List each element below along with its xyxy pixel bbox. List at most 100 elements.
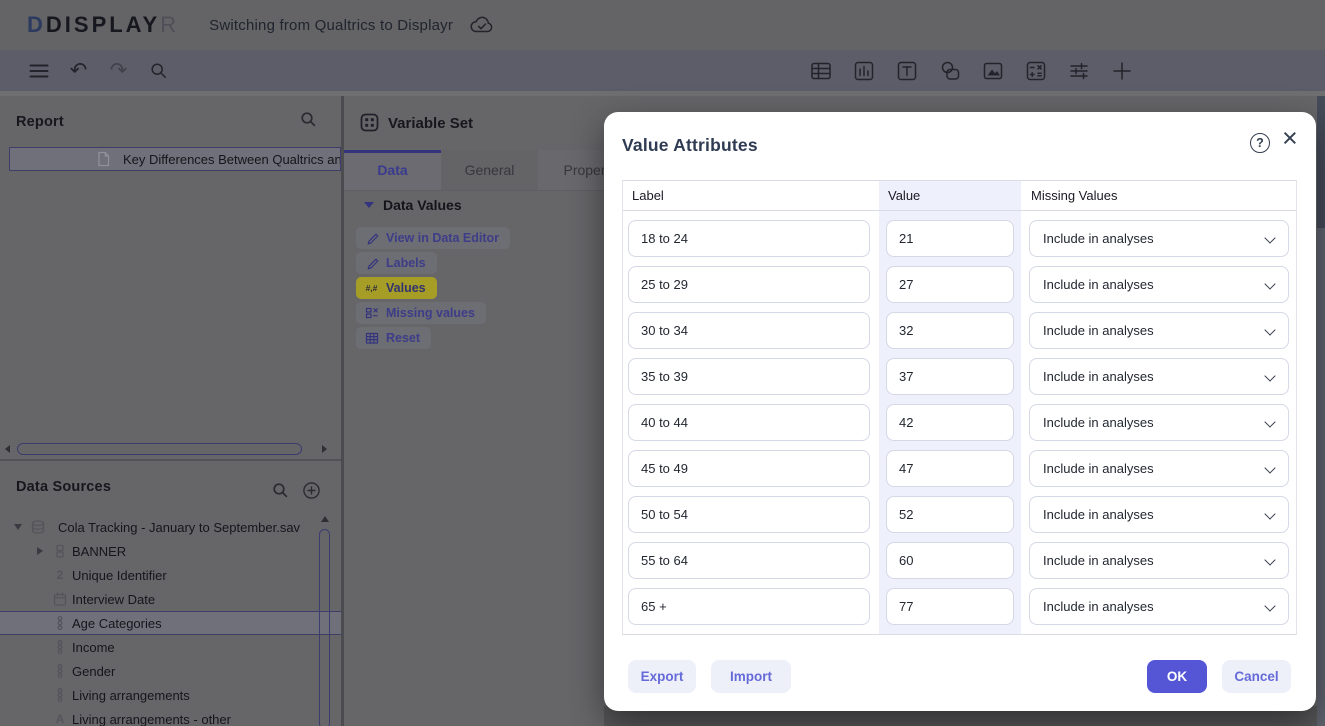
numeric-icon: 2 — [56, 568, 64, 582]
action-values[interactable]: #,# Values — [356, 277, 437, 299]
missing-values-select[interactable]: Include in analyses — [1029, 588, 1289, 625]
shapes-icon[interactable] — [937, 58, 962, 83]
missing-values-select[interactable]: Include in analyses — [1029, 220, 1289, 257]
tree-item-label: BANNER — [72, 543, 127, 559]
tree-item[interactable]: Cola Tracking - January to September.sav — [0, 515, 341, 539]
value-attribute-row: Include in analyses — [623, 584, 1296, 630]
text-icon[interactable] — [894, 58, 919, 83]
tab-general[interactable]: General — [441, 150, 538, 190]
value-attributes-modal: Value Attributes ? × Label Value Missing… — [604, 112, 1316, 711]
tree-item[interactable]: Interview Date — [0, 587, 341, 611]
tree-item[interactable]: Income — [0, 635, 341, 659]
hscroll-left-arrow[interactable] — [5, 445, 10, 453]
tree-item[interactable]: Gender — [0, 659, 341, 683]
pencil-icon — [363, 231, 380, 245]
hscroll-right-arrow[interactable] — [322, 445, 327, 453]
collapse-triangle-icon — [364, 202, 374, 208]
tree-item[interactable]: Age Categories — [0, 611, 341, 635]
table-header: Label Value Missing Values — [623, 180, 1296, 211]
label-input[interactable] — [628, 220, 870, 257]
value-input[interactable] — [886, 220, 1014, 257]
label-input[interactable] — [628, 266, 870, 303]
action-view-in-data-editor[interactable]: View in Data Editor — [356, 227, 510, 249]
tree-item[interactable]: Living arrangements — [0, 683, 341, 707]
chart-icon[interactable] — [851, 58, 876, 83]
value-input[interactable] — [886, 404, 1014, 441]
missing-values-select[interactable]: Include in analyses — [1029, 496, 1289, 533]
add-icon[interactable] — [1109, 58, 1134, 83]
cancel-button[interactable]: Cancel — [1222, 660, 1291, 693]
action-label: Labels — [386, 256, 426, 270]
help-icon[interactable]: ? — [1250, 133, 1270, 153]
reset-grid-icon — [363, 331, 380, 345]
undo-icon[interactable]: ↶ — [66, 58, 91, 83]
calendar-icon — [52, 591, 68, 607]
label-input[interactable] — [628, 358, 870, 395]
missing-values-selected-option: Include in analyses — [1043, 369, 1154, 384]
variable-set-icon — [360, 113, 379, 132]
filters-icon[interactable] — [1066, 58, 1091, 83]
missing-values-select[interactable]: Include in analyses — [1029, 450, 1289, 487]
expander-right-icon[interactable] — [36, 547, 44, 555]
data-sources-panel: Data Sources Cola Tracking - January to … — [0, 461, 341, 726]
value-input[interactable] — [886, 542, 1014, 579]
data-values-actions: View in Data Editor Labels #,# Values Missin… — [356, 227, 510, 352]
action-reset[interactable]: Reset — [356, 327, 432, 349]
tree-item-label: Cola Tracking - January to September.sav — [58, 519, 301, 535]
tree-item-label: Living arrangements - other — [72, 711, 231, 726]
search-icon[interactable] — [146, 58, 171, 83]
data-values-section[interactable]: Data Values — [364, 197, 462, 213]
value-attributes-table: Label Value Missing Values Include in an… — [622, 180, 1297, 635]
menu-icon[interactable] — [26, 58, 51, 83]
label-input[interactable] — [628, 312, 870, 349]
import-button[interactable]: Import — [711, 660, 791, 693]
tab-data[interactable]: Data — [344, 150, 441, 190]
value-input[interactable] — [886, 450, 1014, 487]
hscroll-thumb[interactable] — [17, 443, 302, 455]
missing-values-select[interactable]: Include in analyses — [1029, 266, 1289, 303]
ok-button[interactable]: OK — [1147, 660, 1207, 693]
close-icon[interactable]: × — [1282, 125, 1298, 152]
value-input[interactable] — [886, 312, 1014, 349]
action-missing-values[interactable]: Missing values — [356, 302, 486, 324]
value-input[interactable] — [886, 358, 1014, 395]
vscroll-up-arrow[interactable] — [321, 516, 329, 522]
database-icon — [30, 519, 46, 535]
modal-title: Value Attributes — [622, 135, 758, 155]
calculation-icon[interactable] — [1023, 58, 1048, 83]
value-input[interactable] — [886, 496, 1014, 533]
report-panel: Report Key Differences Between Qualtrics… — [0, 96, 341, 460]
label-input[interactable] — [628, 450, 870, 487]
variable-set-title: Variable Set — [388, 115, 474, 132]
label-input[interactable] — [628, 542, 870, 579]
expander-down-icon[interactable] — [14, 524, 22, 530]
image-icon[interactable] — [980, 58, 1005, 83]
missing-values-select[interactable]: Include in analyses — [1029, 358, 1289, 395]
missing-values-select[interactable]: Include in analyses — [1029, 312, 1289, 349]
vscroll-thumb[interactable] — [319, 529, 330, 726]
table-body: Include in analyses Include in analyses In… — [623, 211, 1296, 635]
label-input[interactable] — [628, 404, 870, 441]
add-data-source-icon[interactable] — [302, 481, 321, 500]
data-sources-search-icon[interactable] — [272, 482, 289, 499]
right-panel-edge-light — [1317, 228, 1325, 726]
tree-item[interactable]: A Living arrangements - other — [0, 707, 341, 726]
report-page-item[interactable]: Key Differences Between Qualtrics and Di… — [9, 147, 341, 171]
tree-item-label: Age Categories — [72, 615, 162, 631]
table-icon[interactable] — [808, 58, 833, 83]
missing-values-selected-option: Include in analyses — [1043, 507, 1154, 522]
chevron-down-icon — [1264, 508, 1276, 520]
value-attribute-row: Include in analyses — [623, 354, 1296, 400]
missing-values-select[interactable]: Include in analyses — [1029, 542, 1289, 579]
value-input[interactable] — [886, 266, 1014, 303]
missing-values-select[interactable]: Include in analyses — [1029, 404, 1289, 441]
label-input[interactable] — [628, 496, 870, 533]
value-input[interactable] — [886, 588, 1014, 625]
report-search-icon[interactable] — [300, 111, 317, 128]
label-input[interactable] — [628, 588, 870, 625]
tree-item[interactable]: BANNER — [0, 539, 341, 563]
action-labels[interactable]: Labels — [356, 252, 437, 274]
tree-item[interactable]: 2 Unique Identifier — [0, 563, 341, 587]
export-button[interactable]: Export — [628, 660, 696, 693]
redo-icon[interactable]: ↷ — [106, 58, 131, 83]
